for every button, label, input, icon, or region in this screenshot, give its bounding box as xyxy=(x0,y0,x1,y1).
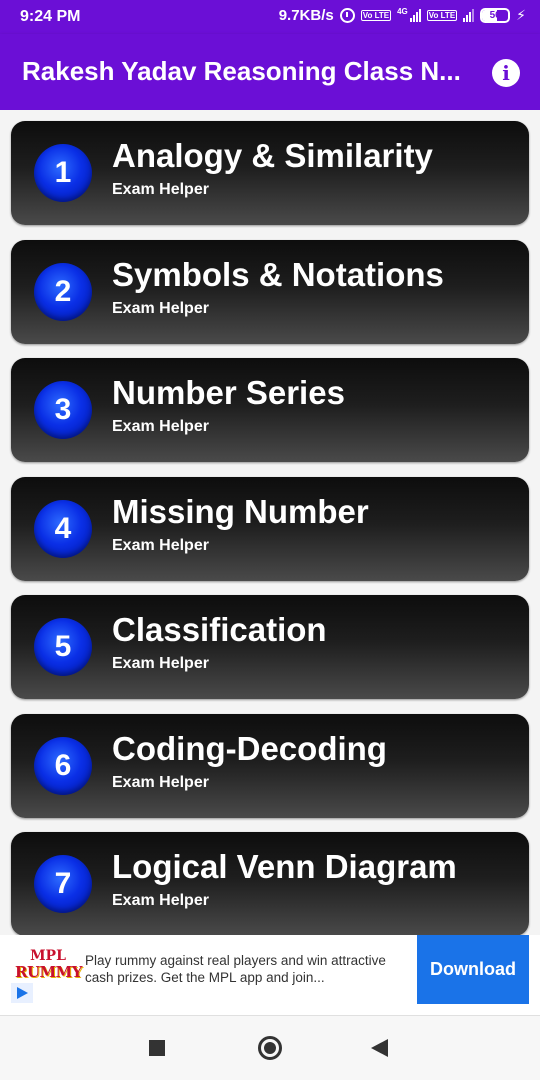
nav-bar xyxy=(0,1015,540,1080)
info-icon[interactable]: i xyxy=(492,59,520,87)
app-title: Rakesh Yadav Reasoning Class N... xyxy=(22,56,461,86)
item-subtitle: Exam Helper xyxy=(112,418,209,435)
list-item[interactable]: 5 Classification Exam Helper xyxy=(11,595,529,699)
app-bar: Rakesh Yadav Reasoning Class N... i xyxy=(0,34,540,110)
ad-choices-icon[interactable] xyxy=(11,983,33,1003)
item-title: Number Series xyxy=(112,374,345,411)
volte-icon: Vo LTE xyxy=(360,10,392,21)
item-title: Missing Number xyxy=(112,493,369,530)
volte-icon: Vo LTE xyxy=(426,10,458,21)
ad-text: Play rummy against real players and win … xyxy=(85,953,386,985)
item-title: Symbols & Notations xyxy=(112,256,444,293)
item-subtitle: Exam Helper xyxy=(112,300,209,317)
list-item[interactable]: 2 Symbols & Notations Exam Helper xyxy=(11,240,529,344)
charging-icon: ⚡ xyxy=(516,7,526,23)
alarm-icon xyxy=(339,8,355,23)
status-bar: 9:24 PM 9.7KB/s Vo LTE 4G Vo LTE 56 ⚡ xyxy=(0,0,540,34)
item-subtitle: Exam Helper xyxy=(112,892,209,909)
number-badge: 3 xyxy=(34,381,92,439)
recents-icon[interactable] xyxy=(149,1040,165,1056)
signal-icon xyxy=(463,9,475,22)
network-speed: 9.7KB/s xyxy=(278,7,334,24)
item-subtitle: Exam Helper xyxy=(112,655,209,672)
number-badge: 2 xyxy=(34,263,92,321)
number-badge: 6 xyxy=(34,737,92,795)
ad-banner[interactable]: MPL RUMMY Play rummy against real player… xyxy=(11,935,529,1004)
item-title: Analogy & Similarity xyxy=(112,137,433,174)
list-item[interactable]: 3 Number Series Exam Helper xyxy=(11,358,529,462)
back-icon[interactable] xyxy=(371,1039,388,1057)
home-icon[interactable] xyxy=(258,1036,282,1060)
item-title: Classification xyxy=(112,611,327,648)
number-badge: 5 xyxy=(34,618,92,676)
download-button[interactable]: Download xyxy=(417,935,529,1004)
item-subtitle: Exam Helper xyxy=(112,181,209,198)
network-type: 4G xyxy=(397,7,408,16)
battery-icon: 56 xyxy=(480,8,511,23)
item-subtitle: Exam Helper xyxy=(112,774,209,791)
number-badge: 7 xyxy=(34,855,92,913)
item-title: Coding-Decoding xyxy=(112,730,387,767)
item-subtitle: Exam Helper xyxy=(112,537,209,554)
list-item[interactable]: 1 Analogy & Similarity Exam Helper xyxy=(11,121,529,225)
number-badge: 4 xyxy=(34,500,92,558)
item-title: Logical Venn Diagram xyxy=(112,848,457,885)
logo-top-text: MPL xyxy=(30,948,66,964)
list-item[interactable]: 6 Coding-Decoding Exam Helper xyxy=(11,714,529,818)
signal-icon xyxy=(409,9,421,22)
list-item[interactable]: 4 Missing Number Exam Helper xyxy=(11,477,529,581)
list-item[interactable]: 7 Logical Venn Diagram Exam Helper xyxy=(11,832,529,935)
number-badge: 1 xyxy=(34,144,92,202)
status-icons: 9.7KB/s Vo LTE 4G Vo LTE 56 ⚡ xyxy=(279,7,526,24)
logo-bottom-text: RUMMY xyxy=(15,963,82,981)
battery-level: 56 xyxy=(489,10,501,21)
chapter-list: 1 Analogy & Similarity Exam Helper 2 Sym… xyxy=(0,110,540,935)
status-time: 9:24 PM xyxy=(20,8,81,25)
